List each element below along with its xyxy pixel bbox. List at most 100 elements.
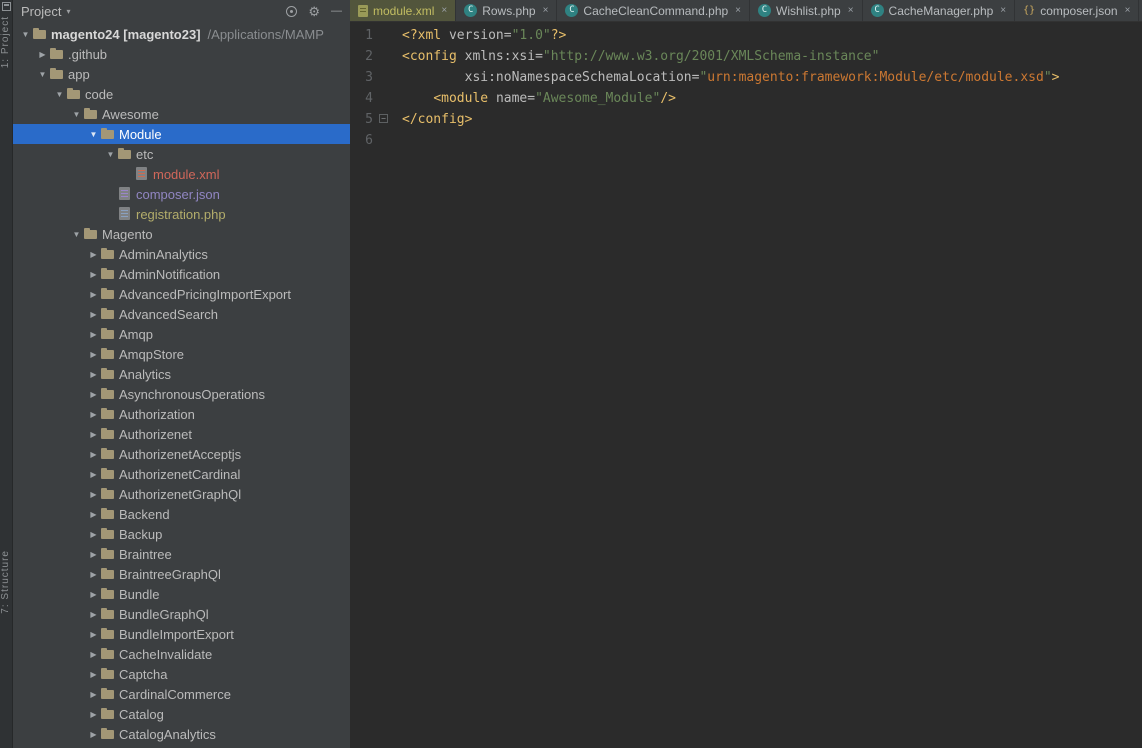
tree-row-CacheInvalidate[interactable]: ▶CacheInvalidate [13,644,350,664]
tree-row-Bundle[interactable]: ▶Bundle [13,584,350,604]
line-number[interactable]: 3 [350,67,390,88]
chevron-right-icon[interactable]: ▶ [87,350,100,359]
tab-module.xml[interactable]: module.xml× [350,0,456,21]
hide-icon[interactable]: — [331,5,342,18]
tree-row-module.xml[interactable]: module.xml [13,164,350,184]
tree-row-magento24 [magento23][interactable]: ▼magento24 [magento23]/Applications/MAMP [13,24,350,44]
tree-row-AdminNotification[interactable]: ▶AdminNotification [13,264,350,284]
chevron-right-icon[interactable]: ▶ [87,590,100,599]
tab-Rows.php[interactable]: CRows.php× [456,0,557,21]
line-number[interactable]: 6 [350,130,390,151]
chevron-right-icon[interactable]: ▶ [87,410,100,419]
chevron-down-icon[interactable]: ▼ [19,30,32,39]
close-icon[interactable]: × [543,6,549,16]
chevron-down-icon[interactable]: ▼ [70,230,83,239]
tree-row-Captcha[interactable]: ▶Captcha [13,664,350,684]
code-token: " [1044,70,1052,85]
tree-row-code[interactable]: ▼code [13,84,350,104]
tree-row-Module[interactable]: ▼Module [13,124,350,144]
tree-row-Backup[interactable]: ▶Backup [13,524,350,544]
close-icon[interactable]: × [441,6,447,16]
line-number[interactable]: 2 [350,46,390,67]
tree-row-app[interactable]: ▼app [13,64,350,84]
chevron-right-icon[interactable]: ▶ [87,290,100,299]
tree-row-AdvancedSearch[interactable]: ▶AdvancedSearch [13,304,350,324]
code-area[interactable]: <?xml version="1.0"?><config xmlns:xsi="… [390,22,1142,748]
tool-windows-icon[interactable] [2,2,11,11]
tree-row-Braintree[interactable]: ▶Braintree [13,544,350,564]
chevron-right-icon[interactable]: ▶ [87,610,100,619]
close-icon[interactable]: × [1000,6,1006,16]
chevron-right-icon[interactable]: ▶ [87,710,100,719]
tab-composer.json[interactable]: {}composer.json× [1015,0,1139,21]
chevron-right-icon[interactable]: ▶ [87,690,100,699]
tree-row-Backend[interactable]: ▶Backend [13,504,350,524]
chevron-down-icon[interactable]: ▼ [104,150,117,159]
tree-row-Amqp[interactable]: ▶Amqp [13,324,350,344]
tree-row-Authorizenet[interactable]: ▶Authorizenet [13,424,350,444]
chevron-right-icon[interactable]: ▶ [87,550,100,559]
tree-row-BundleImportExport[interactable]: ▶BundleImportExport [13,624,350,644]
chevron-right-icon[interactable]: ▶ [87,630,100,639]
tab-CacheCleanCommand.php[interactable]: CCacheCleanCommand.php× [557,0,750,21]
close-icon[interactable]: × [1125,6,1131,16]
chevron-right-icon[interactable]: ▶ [87,650,100,659]
tree-row-CardinalCommerce[interactable]: ▶CardinalCommerce [13,684,350,704]
tree-row-AuthorizenetAcceptjs[interactable]: ▶AuthorizenetAcceptjs [13,444,350,464]
locate-icon[interactable] [286,6,297,17]
chevron-right-icon[interactable]: ▶ [87,250,100,259]
tree-row-AdvancedPricingImportExport[interactable]: ▶AdvancedPricingImportExport [13,284,350,304]
line-number[interactable]: 4 [350,88,390,109]
code-line-1: <?xml version="1.0"?> [402,25,1142,46]
project-view-selector[interactable]: Project ▾ [21,4,70,19]
line-number[interactable]: 1 [350,25,390,46]
stripe-button-project[interactable]: 1: Project [0,16,13,68]
tab-Wishlist.php[interactable]: CWishlist.php× [750,0,863,21]
settings-gear-icon[interactable]: ⚙ [308,5,320,18]
chevron-right-icon[interactable]: ▶ [87,270,100,279]
tab-CacheManager.php[interactable]: CCacheManager.php× [863,0,1016,21]
tree-row-AuthorizenetGraphQl[interactable]: ▶AuthorizenetGraphQl [13,484,350,504]
chevron-right-icon[interactable]: ▶ [36,50,49,59]
tree-row-CatalogCmsGraphQl[interactable]: ▶CatalogCmsGraphQl [13,744,350,748]
tree-row-.github[interactable]: ▶.github [13,44,350,64]
tree-row-AdminAnalytics[interactable]: ▶AdminAnalytics [13,244,350,264]
chevron-right-icon[interactable]: ▶ [87,670,100,679]
chevron-down-icon[interactable]: ▼ [53,90,66,99]
tree-row-Awesome[interactable]: ▼Awesome [13,104,350,124]
chevron-right-icon[interactable]: ▶ [87,510,100,519]
tree-row-composer.json[interactable]: composer.json [13,184,350,204]
close-icon[interactable]: × [735,6,741,16]
tab-label: CacheCleanCommand.php [583,4,728,18]
chevron-right-icon[interactable]: ▶ [87,570,100,579]
tree-row-AuthorizenetCardinal[interactable]: ▶AuthorizenetCardinal [13,464,350,484]
tree-row-registration.php[interactable]: registration.php [13,204,350,224]
chevron-right-icon[interactable]: ▶ [87,490,100,499]
chevron-right-icon[interactable]: ▶ [87,310,100,319]
chevron-right-icon[interactable]: ▶ [87,390,100,399]
tree-row-CatalogAnalytics[interactable]: ▶CatalogAnalytics [13,724,350,744]
line-number[interactable]: 5− [350,109,390,130]
chevron-right-icon[interactable]: ▶ [87,330,100,339]
tree-row-BundleGraphQl[interactable]: ▶BundleGraphQl [13,604,350,624]
chevron-right-icon[interactable]: ▶ [87,470,100,479]
tree-row-AsynchronousOperations[interactable]: ▶AsynchronousOperations [13,384,350,404]
tree-row-BraintreeGraphQl[interactable]: ▶BraintreeGraphQl [13,564,350,584]
chevron-right-icon[interactable]: ▶ [87,730,100,739]
fold-marker-icon[interactable]: − [379,114,388,123]
close-icon[interactable]: × [848,6,854,16]
tree-row-Authorization[interactable]: ▶Authorization [13,404,350,424]
chevron-down-icon[interactable]: ▼ [70,110,83,119]
chevron-right-icon[interactable]: ▶ [87,370,100,379]
tree-row-etc[interactable]: ▼etc [13,144,350,164]
tree-row-Analytics[interactable]: ▶Analytics [13,364,350,384]
chevron-down-icon[interactable]: ▼ [87,130,100,139]
chevron-down-icon[interactable]: ▼ [36,70,49,79]
chevron-right-icon[interactable]: ▶ [87,530,100,539]
chevron-right-icon[interactable]: ▶ [87,450,100,459]
tree-row-Catalog[interactable]: ▶Catalog [13,704,350,724]
tree-row-AmqpStore[interactable]: ▶AmqpStore [13,344,350,364]
tree-row-Magento[interactable]: ▼Magento [13,224,350,244]
stripe-button-structure[interactable]: 7: Structure [0,550,13,614]
chevron-right-icon[interactable]: ▶ [87,430,100,439]
